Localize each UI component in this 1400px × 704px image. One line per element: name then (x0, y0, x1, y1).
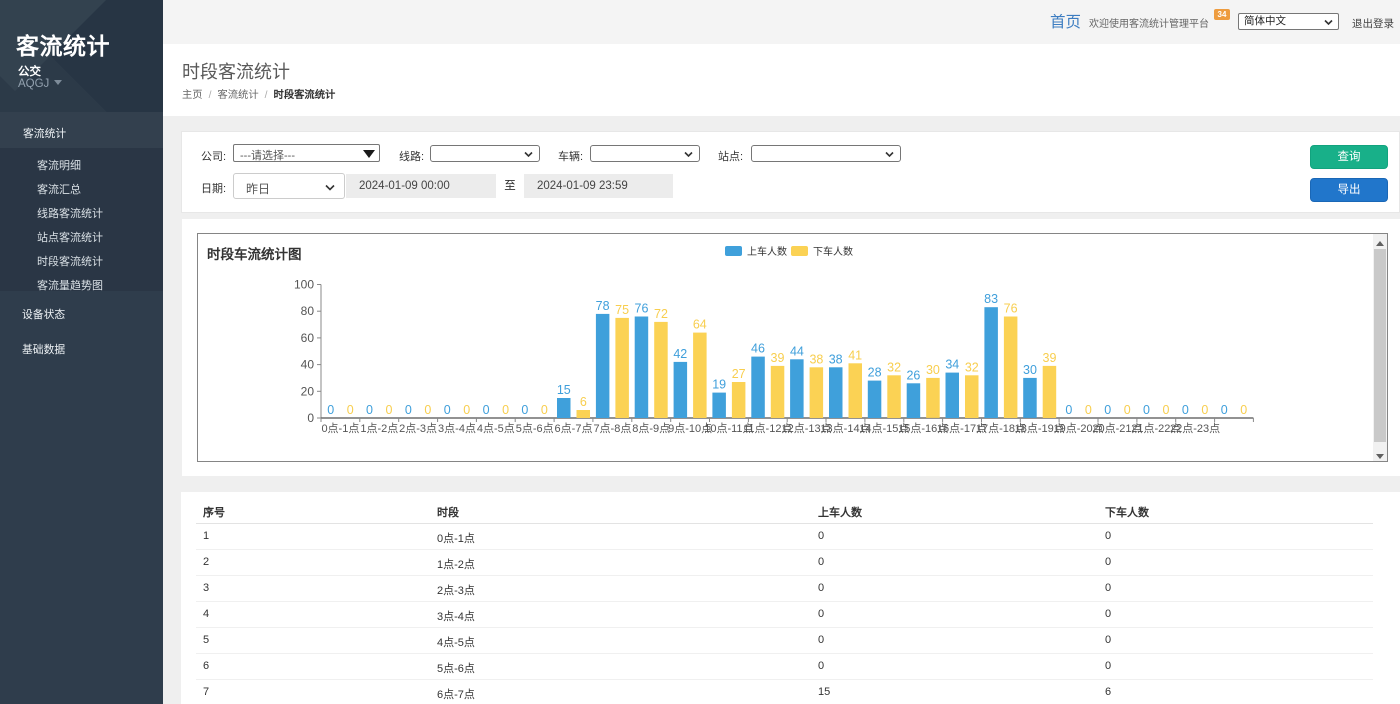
svg-text:26: 26 (906, 368, 920, 382)
svg-text:60: 60 (301, 331, 315, 345)
svg-text:0: 0 (1143, 403, 1150, 417)
svg-text:0: 0 (541, 403, 548, 417)
svg-text:22点-23点: 22点-23点 (1170, 422, 1220, 435)
svg-text:32: 32 (965, 360, 979, 374)
svg-text:39: 39 (1043, 351, 1057, 365)
svg-text:0: 0 (1221, 403, 1228, 417)
svg-text:6: 6 (580, 395, 587, 409)
svg-text:30: 30 (1023, 363, 1037, 377)
svg-text:0: 0 (1085, 403, 1092, 417)
svg-text:2点-3点: 2点-3点 (399, 422, 437, 435)
svg-text:0: 0 (1104, 403, 1111, 417)
svg-text:27: 27 (732, 367, 746, 381)
svg-text:1点-2点: 1点-2点 (360, 422, 398, 435)
svg-text:42: 42 (673, 347, 687, 361)
svg-text:28: 28 (868, 366, 882, 380)
svg-text:5点-6点: 5点-6点 (516, 422, 554, 435)
svg-text:3点-4点: 3点-4点 (438, 422, 476, 435)
svg-text:0: 0 (1182, 403, 1189, 417)
svg-text:0: 0 (327, 403, 334, 417)
svg-text:72: 72 (654, 307, 668, 321)
svg-text:64: 64 (693, 318, 707, 332)
svg-text:0: 0 (1201, 403, 1208, 417)
svg-text:4点-5点: 4点-5点 (477, 422, 515, 435)
svg-text:38: 38 (809, 352, 823, 366)
svg-text:0: 0 (1124, 403, 1131, 417)
svg-text:34: 34 (945, 358, 959, 372)
svg-text:40: 40 (301, 358, 315, 372)
svg-text:75: 75 (615, 303, 629, 317)
svg-text:83: 83 (984, 292, 998, 306)
svg-text:39: 39 (771, 351, 785, 365)
svg-text:46: 46 (751, 342, 765, 356)
svg-text:0: 0 (1163, 403, 1170, 417)
svg-text:80: 80 (301, 304, 315, 318)
svg-text:0: 0 (521, 403, 528, 417)
svg-text:8点-9点: 8点-9点 (632, 422, 670, 435)
svg-text:0: 0 (1065, 403, 1072, 417)
svg-text:0点-1点: 0点-1点 (321, 422, 359, 435)
svg-text:0: 0 (424, 403, 431, 417)
svg-text:7点-8点: 7点-8点 (593, 422, 631, 435)
svg-text:0: 0 (1240, 403, 1247, 417)
svg-text:15: 15 (557, 383, 571, 397)
svg-text:0: 0 (307, 411, 314, 425)
svg-text:41: 41 (848, 348, 862, 362)
svg-text:76: 76 (635, 302, 649, 316)
svg-text:0: 0 (463, 403, 470, 417)
svg-text:0: 0 (366, 403, 373, 417)
svg-text:0: 0 (502, 403, 509, 417)
svg-text:19: 19 (712, 378, 726, 392)
svg-text:0: 0 (444, 403, 451, 417)
svg-text:78: 78 (596, 299, 610, 313)
svg-text:0: 0 (386, 403, 393, 417)
svg-text:0: 0 (347, 403, 354, 417)
svg-text:44: 44 (790, 344, 804, 358)
svg-text:30: 30 (926, 363, 940, 377)
svg-text:0: 0 (405, 403, 412, 417)
svg-text:38: 38 (829, 352, 843, 366)
svg-text:20: 20 (301, 384, 315, 398)
svg-text:100: 100 (294, 278, 314, 292)
svg-text:0: 0 (483, 403, 490, 417)
svg-text:6点-7点: 6点-7点 (555, 422, 593, 435)
svg-text:76: 76 (1004, 302, 1018, 316)
svg-text:32: 32 (887, 360, 901, 374)
